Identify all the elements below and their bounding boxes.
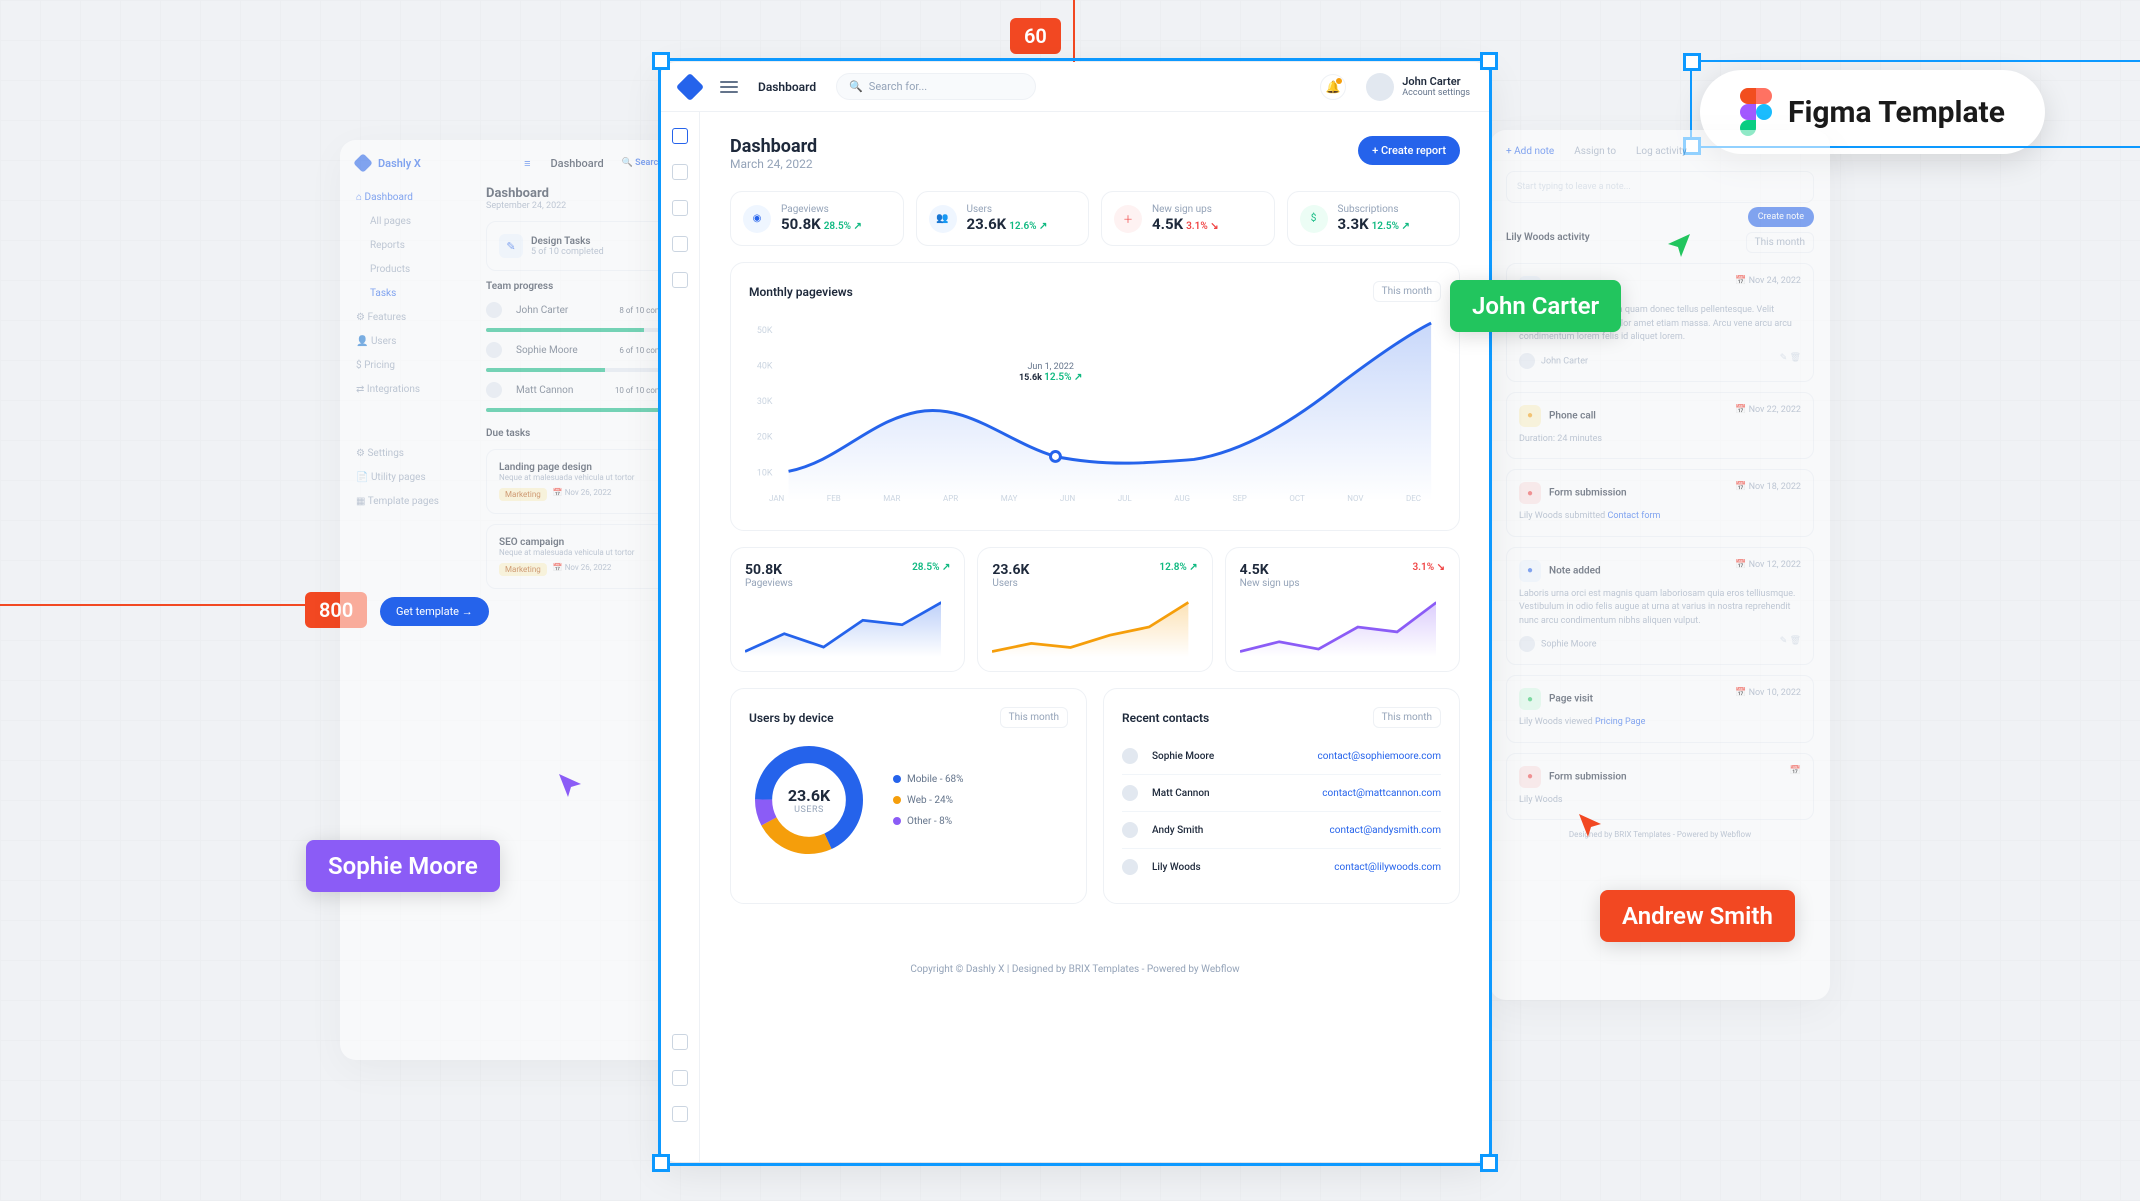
contact-row[interactable]: Sophie Moore contact@sophiemoore.com [1122,738,1441,775]
notifications-icon[interactable]: 🔔 [1320,74,1346,100]
design-tasks-card[interactable]: ✎ Design Tasks 5 of 10 completed [486,221,684,271]
rail-star-icon[interactable] [672,164,688,180]
measure-top: 60 [1010,18,1061,54]
team-progress-title: Team progress [486,281,684,292]
due-task[interactable]: Landing page design Neque at malesuada v… [486,449,684,514]
stat-subs[interactable]: $ Subscriptions3.3K 12.5% ↗ [1287,191,1461,246]
rail-user-icon[interactable] [672,200,688,216]
chart-tooltip-date: Jun 1, 2022 [1019,362,1082,372]
svg-text:30K: 30K [757,397,773,407]
activity-item[interactable]: ●Form submission 📅 Lily Woods [1506,753,1814,821]
activity-item[interactable]: ●Page visit 📅 Nov 10, 2022 Lily Woods vi… [1506,675,1814,743]
cursor-john: John Carter [1450,280,1621,332]
eye-icon: ◉ [743,205,771,233]
lp-date: September 24, 2022 [486,201,684,211]
page-date: March 24, 2022 [730,157,817,171]
rail-settings-icon[interactable] [672,1034,688,1050]
mini-card-pageviews[interactable]: 50.8KPageviews 28.5% ↗ [730,547,965,672]
note-input[interactable]: Start typing to leave a note... [1506,171,1814,203]
monthly-chart-title: Monthly pageviews [749,285,853,299]
menu-icon[interactable] [720,81,738,93]
users-by-device-card: Users by device This month 23.6K U [730,688,1087,904]
due-task[interactable]: SEO campaign Neque at malesuada vehicula… [486,524,684,589]
monthly-chart: 50K 40K 30K 20K 10K Jun 1, 2022 15.6k 12… [749,312,1441,512]
rail-pencil-icon[interactable] [672,1070,688,1086]
breadcrumb: Dashboard [758,80,816,94]
svg-text:40K: 40K [757,362,773,372]
app-logo-icon[interactable] [676,72,704,100]
users-icon: 👥 [929,205,957,233]
svg-text:50K: 50K [757,326,773,336]
avatar [1366,73,1394,101]
rail-home-icon[interactable] [672,128,688,144]
sidebar-rail[interactable] [660,112,700,1162]
rail-target-icon[interactable] [672,272,688,288]
mini-card-new-sign-ups[interactable]: 4.5KNew sign ups 3.1% ↘ [1225,547,1460,672]
due-tasks-title: Due tasks [486,428,684,439]
activity-item[interactable]: ●Phone call 📅 Nov 22, 2022 Duration: 24 … [1506,392,1814,460]
plus-icon: ＋ [1114,205,1142,233]
cursor-andrew-icon [1575,810,1605,840]
search-input[interactable]: 🔍 Search for... [836,73,1036,100]
figma-template-label: Figma Template [1788,95,2005,130]
donut-chart: 23.6K USERS [749,740,869,860]
lp-breadcrumb: Dashboard [550,157,603,170]
create-report-button[interactable]: + Create report [1358,136,1460,165]
user-name: John Carter [1402,75,1470,88]
get-template-button[interactable]: Get template → [380,597,489,626]
rp-tabs[interactable]: + Add note Assign to Log activity [1506,146,1814,157]
monthly-pageviews-card: Monthly pageviews This month 50K 40K 30K… [730,262,1460,531]
rail-dollar-icon[interactable] [672,236,688,252]
activity-item[interactable]: ●Note added 📅 Nov 12, 2022 Laboris urna … [1506,547,1814,666]
cursor-sophie-icon [555,770,585,800]
stat-pageviews[interactable]: ◉ Pageviews50.8K 28.5% ↗ [730,191,904,246]
contact-row[interactable]: Matt Cannon contact@mattcannon.com [1122,775,1441,812]
lp-sidebar[interactable]: ⌂ Dashboard All pages Reports Products T… [356,186,466,599]
cursor-sophie: Sophie Moore [306,840,500,892]
guide-vertical [1073,0,1075,62]
rp-footer: Designed by BRIX Templates - Powered by … [1506,830,1814,839]
topbar: Dashboard 🔍 Search for... 🔔 John Carter … [660,62,1490,112]
activity-item[interactable]: ●Form submission 📅 Nov 18, 2022 Lily Woo… [1506,469,1814,537]
monthly-chart-selector[interactable]: This month [1373,281,1441,302]
cursor-john-icon [1664,230,1694,260]
svg-text:10K: 10K [757,468,773,478]
brand: Dashly X [378,157,421,170]
stat-signups[interactable]: ＋ New sign ups4.5K 3.1% ↘ [1101,191,1275,246]
device-selector[interactable]: This month [1000,707,1068,728]
create-note-btn[interactable]: Create note [1748,207,1814,227]
donut-legend: Mobile - 68% Web - 24% Other - 8% [893,774,964,827]
activity-selector[interactable]: This month [1746,232,1814,253]
stat-users[interactable]: 👥 Users23.6K 12.6% ↗ [916,191,1090,246]
contact-row[interactable]: Lily Woods contact@lilywoods.com [1122,849,1441,885]
contact-row[interactable]: Andy Smith contact@andysmith.com [1122,812,1441,849]
dollar-icon: $ [1300,205,1328,233]
user-subtitle: Account settings [1402,88,1470,98]
rail-grid-icon[interactable] [672,1106,688,1122]
figma-logo-icon [1740,88,1772,136]
right-panel: + Add note Assign to Log activity Start … [1490,130,1830,1000]
main-dashboard: Dashboard 🔍 Search for... 🔔 John Carter … [660,62,1490,1162]
mini-card-users[interactable]: 23.6KUsers 12.8% ↗ [977,547,1212,672]
user-menu[interactable]: John Carter Account settings [1366,73,1470,101]
svg-text:20K: 20K [757,433,773,443]
activity-title: Lily Woods activity [1506,232,1590,253]
page-title: Dashboard [730,136,817,157]
contacts-selector[interactable]: This month [1373,707,1441,728]
recent-contacts-card: Recent contacts This month Sophie Moore … [1103,688,1460,904]
lp-title: Dashboard [486,186,684,201]
search-placeholder: Search for... [869,80,927,93]
team-row: John Carter8 of 10 completed [486,302,684,318]
search-icon: 🔍 [849,80,863,93]
guide-horizontal [0,604,340,606]
footer: Copyright © Dashly X | Designed by BRIX … [660,944,1490,995]
cursor-andrew: Andrew Smith [1600,890,1795,942]
